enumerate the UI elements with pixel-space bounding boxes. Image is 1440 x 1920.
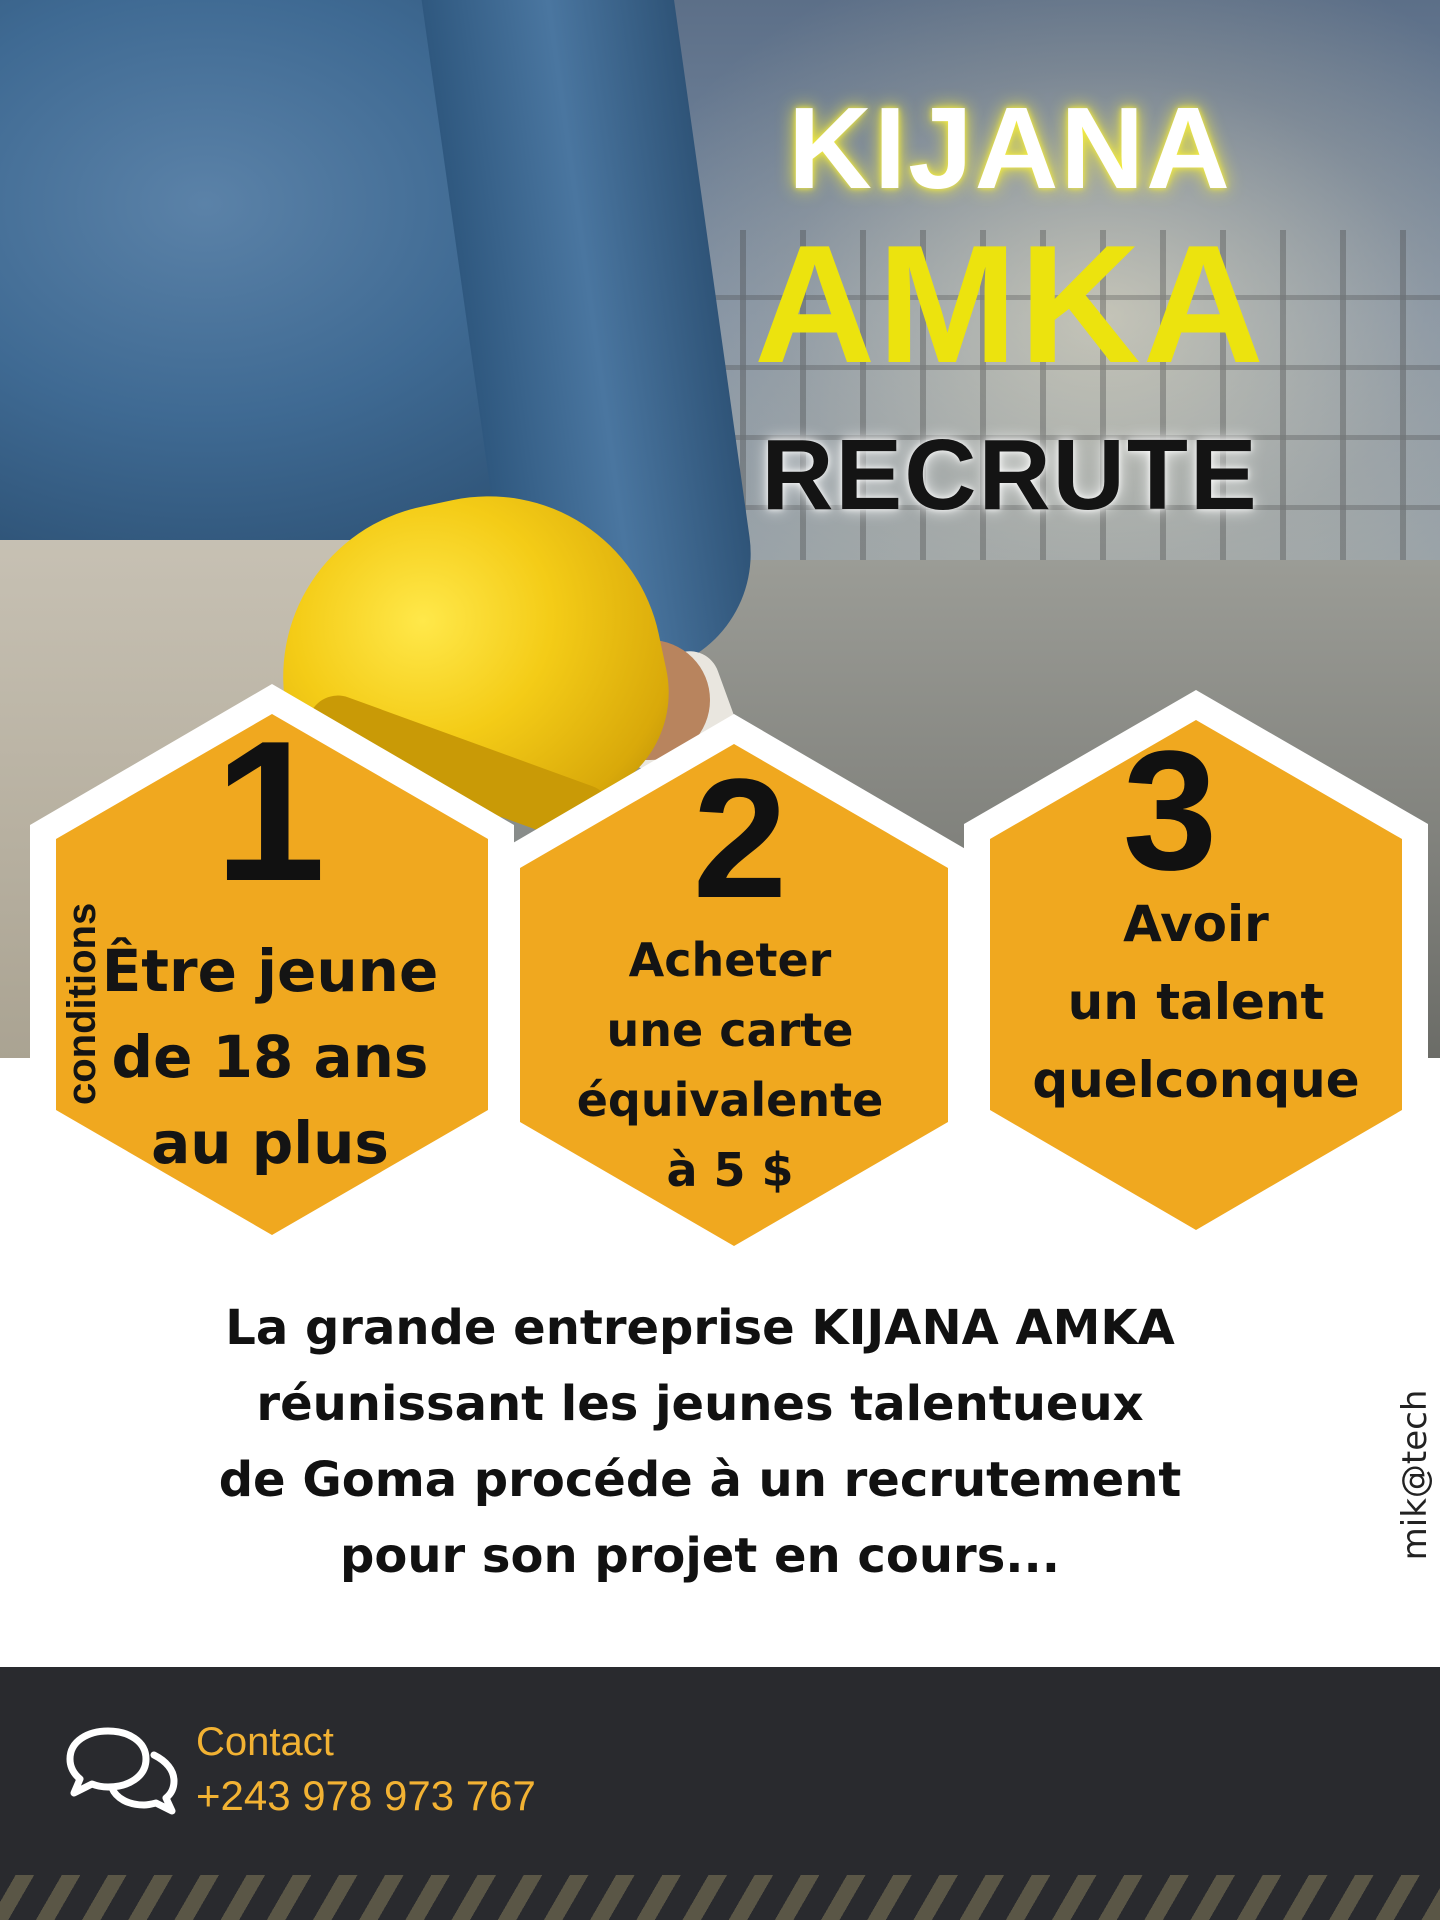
description-line: réunissant les jeunes talentueux bbox=[256, 1376, 1144, 1432]
hazard-stripes bbox=[0, 1875, 1440, 1920]
description-line: La grande entreprise KIJANA AMKA bbox=[225, 1300, 1175, 1356]
condition-1-line: de 18 ans bbox=[111, 1023, 429, 1091]
condition-3-text: Avoir un talent quelconque bbox=[996, 885, 1396, 1119]
condition-2-number: 2 bbox=[692, 744, 788, 934]
contact-phone[interactable]: +243 978 973 767 bbox=[196, 1772, 536, 1820]
condition-1-line: Être jeune bbox=[101, 937, 439, 1005]
condition-1-number: 1 bbox=[214, 700, 326, 923]
contact-label: Contact bbox=[196, 1720, 334, 1764]
condition-3-line: Avoir bbox=[1123, 895, 1269, 953]
condition-2-text: Acheter une carte équivalente à 5 $ bbox=[530, 925, 930, 1205]
condition-3-line: un talent bbox=[1067, 973, 1325, 1031]
condition-1-line: au plus bbox=[151, 1109, 389, 1177]
condition-2-line: Acheter bbox=[628, 933, 832, 987]
condition-2-line: une carte bbox=[606, 1003, 854, 1057]
condition-2-line: à 5 $ bbox=[666, 1143, 794, 1197]
description-line: de Goma procéde à un recrutement bbox=[218, 1452, 1182, 1508]
condition-2-line: équivalente bbox=[576, 1073, 884, 1127]
condition-3-line: quelconque bbox=[1032, 1051, 1360, 1109]
description-line: pour son projet en cours... bbox=[340, 1528, 1060, 1584]
designer-credit: mik@tech bbox=[1395, 1389, 1435, 1561]
condition-3-number: 3 bbox=[1122, 716, 1218, 906]
description-paragraph: La grande entreprise KIJANA AMKA réuniss… bbox=[80, 1290, 1320, 1594]
chat-bubbles-icon bbox=[66, 1727, 178, 1815]
condition-1-text: Être jeune de 18 ans au plus bbox=[70, 928, 470, 1186]
